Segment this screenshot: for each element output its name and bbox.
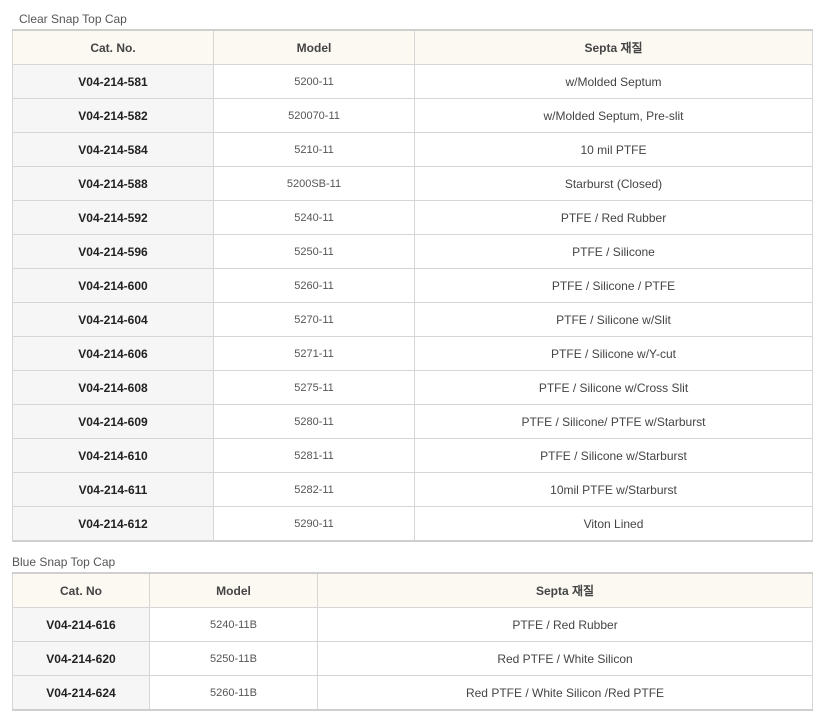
header-model: Model [213, 29, 415, 65]
septa-cell: PTFE / Silicone w/Starburst [414, 438, 813, 473]
cat-no-cell: V04-214-581 [12, 64, 214, 99]
cat-no-cell: V04-214-584 [12, 132, 214, 167]
table-row: V04-214-624 5260-11B Red PTFE / White Sili… [12, 675, 813, 711]
clear-snap-top-cap-title: Clear Snap Top Cap [19, 12, 127, 26]
model-cell: 5250-11 [213, 234, 415, 269]
cat-no-cell: V04-214-612 [12, 506, 214, 542]
table-row: V04-214-600 5260-11 PTFE / Silicone / PTFE [12, 268, 813, 303]
header-cat-no: Cat. No. [12, 29, 214, 65]
blue-snap-top-cap-title: Blue Snap Top Cap [12, 555, 116, 569]
model-cell: 5260-11 [213, 268, 415, 303]
table-row: V04-214-581 5200-11 w/Molded Septum [12, 64, 813, 99]
table-row: V04-214-608 5275-11 PTFE / Silicone w/Cros… [12, 370, 813, 405]
table-row: V04-214-606 5271-11 PTFE / Silicone w/Y-cu… [12, 336, 813, 371]
model-cell: 520070-11 [213, 98, 415, 133]
model-cell: 5282-11 [213, 472, 415, 507]
septa-cell: PTFE / Silicone w/Y-cut [414, 336, 813, 371]
model-cell: 5240-11B [149, 607, 318, 642]
table-row: V04-214-610 5281-11 PTFE / Silicone w/Star… [12, 438, 813, 473]
cat-no-cell: V04-214-604 [12, 302, 214, 337]
septa-cell: w/Molded Septum, Pre-slit [414, 98, 813, 133]
header-cat-no: Cat. No [12, 572, 150, 608]
model-cell: 5271-11 [213, 336, 415, 371]
septa-cell: 10 mil PTFE [414, 132, 813, 167]
septa-cell: PTFE / Silicone / PTFE [414, 268, 813, 303]
cat-no-cell: V04-214-611 [12, 472, 214, 507]
header-septa: Septa 재질 [414, 29, 813, 65]
table-row: V04-214-611 5282-11 10mil PTFE w/Starburst [12, 472, 813, 507]
septa-cell: PTFE / Silicone/ PTFE w/Starburst [414, 404, 813, 439]
table-row: V04-214-588 5200SB-11 Starburst (Closed) [12, 166, 813, 201]
header-septa: Septa 재질 [317, 572, 813, 608]
model-cell: 5200-11 [213, 64, 415, 99]
cat-no-cell: V04-214-600 [12, 268, 214, 303]
table-row: V04-214-604 5270-11 PTFE / Silicone w/Slit [12, 302, 813, 337]
model-cell: 5210-11 [213, 132, 415, 167]
cat-no-cell: V04-214-624 [12, 675, 150, 711]
table-row: V04-214-612 5290-11 Viton Lined [12, 506, 813, 542]
table-header-row: Cat. No Model Septa 재질 [12, 572, 813, 608]
cat-no-cell: V04-214-592 [12, 200, 214, 235]
model-cell: 5270-11 [213, 302, 415, 337]
model-cell: 5260-11B [149, 675, 318, 711]
septa-cell: w/Molded Septum [414, 64, 813, 99]
septa-cell: PTFE / Silicone w/Slit [414, 302, 813, 337]
table-row: V04-214-616 5240-11B PTFE / Red Rubber [12, 607, 813, 642]
table-row: V04-214-584 5210-11 10 mil PTFE [12, 132, 813, 167]
cat-no-cell: V04-214-606 [12, 336, 214, 371]
septa-cell: Starburst (Closed) [414, 166, 813, 201]
cat-no-cell: V04-214-608 [12, 370, 214, 405]
cat-no-cell: V04-214-588 [12, 166, 214, 201]
clear-snap-top-cap-table: Cat. No. Model Septa 재질 V04-214-581 5200-… [12, 29, 813, 542]
model-cell: 5250-11B [149, 641, 318, 676]
cat-no-cell: V04-214-616 [12, 607, 150, 642]
table-row: V04-214-620 5250-11B Red PTFE / White Sili… [12, 641, 813, 676]
model-cell: 5281-11 [213, 438, 415, 473]
cat-no-cell: V04-214-596 [12, 234, 214, 269]
septa-cell: PTFE / Red Rubber [414, 200, 813, 235]
header-model: Model [149, 572, 318, 608]
septa-cell: Red PTFE / White Silicon [317, 641, 813, 676]
septa-cell: 10mil PTFE w/Starburst [414, 472, 813, 507]
septa-cell: PTFE / Silicone [414, 234, 813, 269]
blue-snap-top-cap-table: Cat. No Model Septa 재질 V04-214-616 5240-1… [12, 572, 813, 711]
cat-no-cell: V04-214-609 [12, 404, 214, 439]
table-row: V04-214-592 5240-11 PTFE / Red Rubber [12, 200, 813, 235]
model-cell: 5200SB-11 [213, 166, 415, 201]
cat-no-cell: V04-214-610 [12, 438, 214, 473]
septa-cell: PTFE / Red Rubber [317, 607, 813, 642]
model-cell: 5240-11 [213, 200, 415, 235]
cat-no-cell: V04-214-620 [12, 641, 150, 676]
table-row: V04-214-609 5280-11 PTFE / Silicone/ PTFE … [12, 404, 813, 439]
septa-cell: Viton Lined [414, 506, 813, 542]
model-cell: 5275-11 [213, 370, 415, 405]
cat-no-cell: V04-214-582 [12, 98, 214, 133]
septa-cell: Red PTFE / White Silicon /Red PTFE [317, 675, 813, 711]
table-row: V04-214-582 520070-11 w/Molded Septum, Pre… [12, 98, 813, 133]
table-row: V04-214-596 5250-11 PTFE / Silicone [12, 234, 813, 269]
table-header-row: Cat. No. Model Septa 재질 [12, 29, 813, 65]
septa-cell: PTFE / Silicone w/Cross Slit [414, 370, 813, 405]
model-cell: 5290-11 [213, 506, 415, 542]
model-cell: 5280-11 [213, 404, 415, 439]
